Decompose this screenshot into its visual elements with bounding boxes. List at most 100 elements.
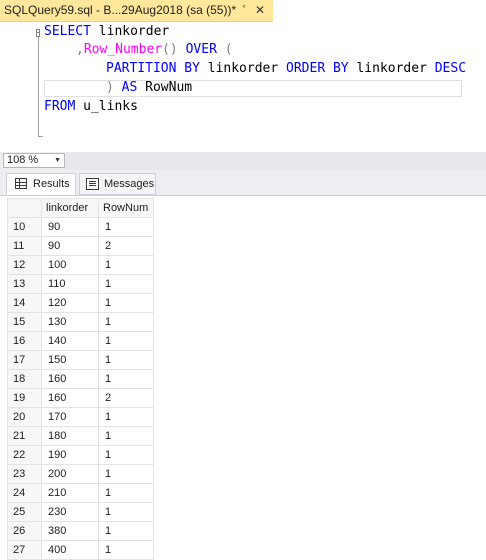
table-row[interactable]: 17 150 1	[7, 350, 154, 370]
table-row[interactable]: 14 120 1	[7, 293, 154, 313]
linkorder-cell[interactable]: 230	[41, 502, 99, 522]
row-number-cell[interactable]: 11	[7, 236, 42, 256]
grid-icon	[15, 178, 27, 189]
table-row[interactable]: 15 130 1	[7, 312, 154, 332]
table-row[interactable]: 23 200 1	[7, 464, 154, 484]
linkorder-cell[interactable]: 160	[41, 369, 99, 389]
document-tab-strip: SQLQuery59.sql - B...29Aug2018 (sa (55))…	[0, 0, 486, 22]
linkorder-cell[interactable]: 100	[41, 255, 99, 275]
document-tab[interactable]: SQLQuery59.sql - B...29Aug2018 (sa (55))…	[0, 0, 273, 22]
pin-icon[interactable]: ˂	[237, 4, 251, 18]
rownum-cell[interactable]: 1	[98, 426, 154, 446]
row-number-cell[interactable]: 13	[7, 274, 42, 294]
rownum-cell[interactable]: 1	[98, 255, 154, 275]
rownum-cell[interactable]: 1	[98, 540, 154, 560]
linkorder-cell[interactable]: 130	[41, 312, 99, 332]
query-editor[interactable]: SELECT linkorder ,Row_Number() OVER ( PA…	[0, 22, 486, 152]
linkorder-cell[interactable]: 120	[41, 293, 99, 313]
table-row[interactable]: 16 140 1	[7, 331, 154, 351]
collapse-outline-icon[interactable]	[36, 29, 40, 37]
linkorder-cell[interactable]: 380	[41, 521, 99, 541]
rownum-cell[interactable]: 1	[98, 274, 154, 294]
linkorder-cell[interactable]: 180	[41, 426, 99, 446]
keyword-over: OVER	[177, 42, 217, 57]
table-row[interactable]: 18 160 1	[7, 369, 154, 389]
table-row[interactable]: 13 110 1	[7, 274, 154, 294]
row-number-cell[interactable]: 18	[7, 369, 42, 389]
rownum-cell[interactable]: 1	[98, 521, 154, 541]
table-row[interactable]: 22 190 1	[7, 445, 154, 465]
rownum-cell[interactable]: 1	[98, 445, 154, 465]
parens: ()	[162, 42, 178, 57]
rownum-cell[interactable]: 1	[98, 350, 154, 370]
table-row[interactable]: 10 90 1	[7, 217, 154, 237]
rownum-cell[interactable]: 1	[98, 369, 154, 389]
table-row[interactable]: 11 90 2	[7, 236, 154, 256]
rownum-cell[interactable]: 1	[98, 331, 154, 351]
zoom-value: 108 %	[7, 154, 39, 166]
table-row[interactable]: 19 160 2	[7, 388, 154, 408]
close-paren: )	[106, 80, 114, 95]
row-number-cell[interactable]: 25	[7, 502, 42, 522]
rownum-cell[interactable]: 1	[98, 502, 154, 522]
linkorder-cell[interactable]: 400	[41, 540, 99, 560]
rownum-cell[interactable]: 2	[98, 236, 154, 256]
zoom-dropdown[interactable]: 108 % ▼	[3, 153, 65, 168]
row-number-cell[interactable]: 19	[7, 388, 42, 408]
linkorder-cell[interactable]: 90	[41, 236, 99, 256]
open-paren: (	[216, 42, 233, 57]
rownum-cell[interactable]: 1	[98, 293, 154, 313]
row-number-cell[interactable]: 15	[7, 312, 42, 332]
linkorder-cell[interactable]: 200	[41, 464, 99, 484]
rownum-cell[interactable]: 1	[98, 407, 154, 427]
keyword-desc: DESC	[434, 61, 467, 76]
table-row[interactable]: 24 210 1	[7, 483, 154, 503]
row-number-cell[interactable]: 24	[7, 483, 42, 503]
row-number-cell[interactable]: 14	[7, 293, 42, 313]
keyword-from: FROM	[44, 99, 76, 114]
tab-messages[interactable]: Messages	[79, 173, 156, 195]
keyword-order-by: ORDER BY	[286, 61, 349, 76]
column-header-linkorder[interactable]: linkorder	[41, 198, 99, 218]
code-line-5: FROM u_links	[44, 99, 138, 117]
close-icon[interactable]: ✕	[253, 3, 267, 17]
code-line-1: SELECT linkorder	[44, 24, 169, 42]
linkorder-cell[interactable]: 150	[41, 350, 99, 370]
linkorder-cell[interactable]: 170	[41, 407, 99, 427]
results-grid-area[interactable]: linkorder RowNum 10 90 1 11 90 2 12 100 1 13 110 1 1…	[0, 195, 486, 560]
rownum-cell[interactable]: 2	[98, 388, 154, 408]
rownum-cell[interactable]: 1	[98, 464, 154, 484]
chevron-down-icon[interactable]: ▼	[54, 154, 61, 167]
row-number-cell[interactable]: 10	[7, 217, 42, 237]
linkorder-cell[interactable]: 110	[41, 274, 99, 294]
row-number-cell[interactable]: 26	[7, 521, 42, 541]
rownum-cell[interactable]: 1	[98, 217, 154, 237]
results-grid[interactable]: linkorder RowNum 10 90 1 11 90 2 12 100 1 13 110 1 1…	[7, 198, 154, 560]
row-number-cell[interactable]: 17	[7, 350, 42, 370]
linkorder-cell[interactable]: 160	[41, 388, 99, 408]
linkorder-cell[interactable]: 190	[41, 445, 99, 465]
linkorder-cell[interactable]: 90	[41, 217, 99, 237]
linkorder-cell[interactable]: 140	[41, 331, 99, 351]
table-row[interactable]: 12 100 1	[7, 255, 154, 275]
row-number-cell[interactable]: 20	[7, 407, 42, 427]
rownum-cell[interactable]: 1	[98, 312, 154, 332]
table-row[interactable]: 26 380 1	[7, 521, 154, 541]
row-number-cell[interactable]: 21	[7, 426, 42, 446]
rownum-cell[interactable]: 1	[98, 483, 154, 503]
row-number-cell[interactable]: 22	[7, 445, 42, 465]
outline-guide-end	[38, 136, 43, 137]
row-number-cell[interactable]: 27	[7, 540, 42, 560]
linkorder-cell[interactable]: 210	[41, 483, 99, 503]
table-row[interactable]: 21 180 1	[7, 426, 154, 446]
row-number-cell[interactable]: 12	[7, 255, 42, 275]
column-header-rownum[interactable]: RowNum	[98, 198, 154, 218]
row-number-header[interactable]	[7, 198, 42, 218]
table-row[interactable]: 27 400 1	[7, 540, 154, 560]
table-row[interactable]: 20 170 1	[7, 407, 154, 427]
horizontal-scrollbar[interactable]	[66, 152, 486, 170]
table-row[interactable]: 25 230 1	[7, 502, 154, 522]
row-number-cell[interactable]: 16	[7, 331, 42, 351]
row-number-cell[interactable]: 23	[7, 464, 42, 484]
tab-results[interactable]: Results	[6, 173, 76, 195]
